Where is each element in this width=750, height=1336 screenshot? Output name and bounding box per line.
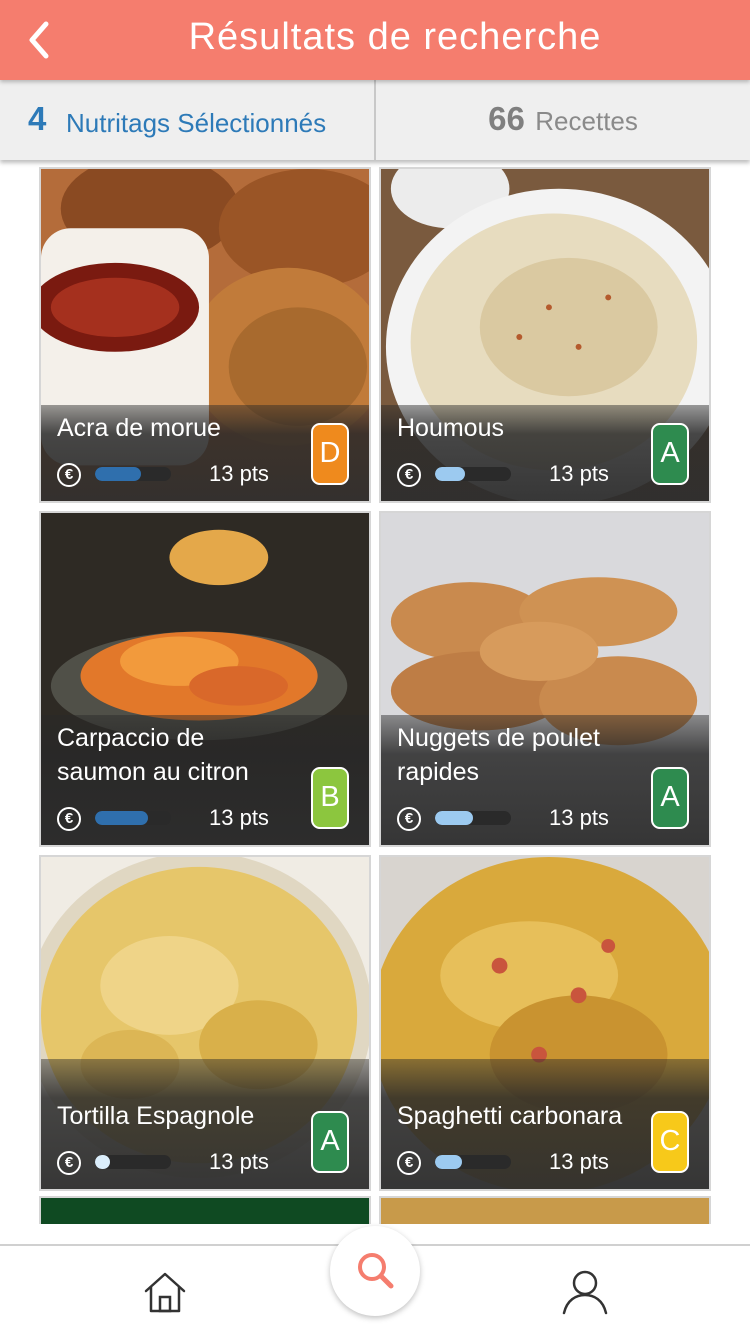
recipe-points: 13 pts [209,1149,269,1174]
user-icon [562,1270,608,1315]
recipe-points: 13 pts [549,805,609,830]
page-title: Résultats de recherche [188,16,602,58]
recipe-card[interactable]: Nuggets de poulet rapides € 13 pts A [379,511,711,847]
recipe-name: Acra de morue [57,414,221,442]
recipe-points: 13 pts [209,805,269,830]
recipe-card-partial[interactable] [379,1196,711,1224]
recipe-name: Carpaccio de saumon au citron [57,724,249,786]
cost-bar [435,1155,511,1169]
nutritags-count: 4 [28,100,47,137]
recipe-card[interactable]: Houmous € 13 pts A [379,167,711,503]
euro-icon: € [57,463,81,487]
euro-icon: € [397,1151,421,1175]
recipe-points: 13 pts [549,461,609,486]
recipes-count-panel: 66 Recettes [376,80,750,160]
nutri-grade-badge: B [311,767,349,829]
euro-icon: € [57,1151,81,1175]
cost-bar [435,811,511,825]
recipe-card[interactable]: Tortilla Espagnole € 13 pts A [39,855,371,1191]
cost-bar-fill [435,811,473,825]
nav-home-button[interactable] [143,1270,187,1314]
nav-search-button[interactable] [330,1226,420,1316]
recipes-label: Recettes [535,106,638,136]
filter-summary-bar: 4 Nutritags Sélectionnés 66 Recettes [0,80,750,160]
nutri-grade-badge: C [651,1111,689,1173]
cost-bar-fill [435,467,466,481]
cost-bar [95,1155,171,1169]
nutritags-label: Nutritags Sélectionnés [66,108,327,138]
bottom-navigation [0,1226,750,1336]
recipe-card[interactable]: Carpaccio de saumon au citron € 13 pts B [39,511,371,847]
cost-bar-fill [435,1155,462,1169]
cost-bar [95,811,171,825]
nav-profile-button[interactable] [561,1268,609,1316]
recipe-points: 13 pts [549,1149,609,1174]
nutri-grade-badge: A [651,423,689,485]
recipe-card[interactable]: Spaghetti carbonara € 13 pts C [379,855,711,1191]
cost-bar [435,467,511,481]
recipe-name: Spaghetti carbonara [397,1102,623,1130]
cost-bar-fill [95,811,149,825]
home-icon [144,1272,186,1313]
nutri-grade-badge: A [311,1111,349,1173]
euro-icon: € [397,463,421,487]
nutri-grade-badge: A [651,767,689,829]
cost-bar-fill [95,467,141,481]
search-icon [358,1253,394,1289]
recipe-name: Houmous [397,414,504,442]
recipe-points: 13 pts [209,461,269,486]
euro-icon: € [57,807,81,831]
euro-icon: € [397,807,421,831]
recipe-card-partial[interactable] [39,1196,371,1224]
nutri-grade-badge: D [311,423,349,485]
cost-bar [95,467,171,481]
nutritags-filter-button[interactable]: 4 Nutritags Sélectionnés [0,80,376,160]
recipe-name: Nuggets de poulet rapides [397,724,600,786]
recipe-grid: Acra de morue € 13 pts D Houmous € 13 pt… [0,160,750,1224]
cost-bar-fill [95,1155,111,1169]
app-header: Résultats de recherche [0,0,750,80]
recipe-card[interactable]: Acra de morue € 13 pts D [39,167,371,503]
recipes-count: 66 [488,100,525,137]
recipe-name: Tortilla Espagnole [57,1102,255,1130]
